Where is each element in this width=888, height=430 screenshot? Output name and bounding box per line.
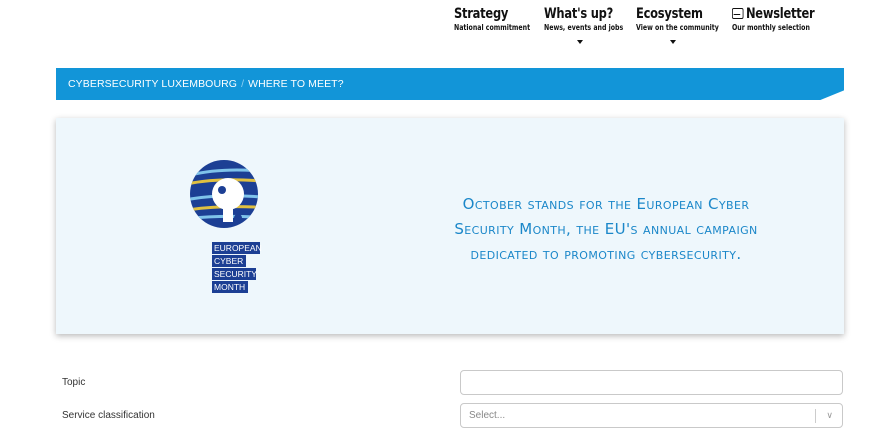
chevron-down-icon	[670, 40, 676, 44]
hero-line: October stands for the European Cyber	[462, 195, 750, 213]
nav-title: Strategy	[454, 6, 509, 22]
newsletter-icon	[732, 8, 744, 19]
logo-text-security: SECURITY	[214, 269, 257, 279]
logo-text-european: EUROPEAN	[214, 243, 262, 253]
service-classification-label: Service classification	[62, 410, 155, 421]
nav-item-newsletter[interactable]: Newsletter Our monthly selection	[732, 6, 833, 32]
european-cyber-security-month-logo: EUROPEAN CYBER SECURITY MONTH	[190, 160, 262, 293]
topic-field	[460, 370, 843, 395]
nav-title: Ecosystem	[636, 6, 703, 22]
breadcrumb-bar: CYBERSECURITY LUXEMBOURG / WHERE TO MEET?	[56, 68, 844, 100]
breadcrumb-link-home[interactable]: CYBERSECURITY LUXEMBOURG	[68, 78, 237, 90]
topic-input[interactable]	[461, 371, 842, 394]
nav-subtitle: News, events and jobs	[544, 23, 624, 32]
nav-subtitle: View on the community	[636, 23, 719, 32]
nav-subtitle: Our monthly selection	[732, 23, 810, 32]
hero-headline: October stands for the European Cyber Se…	[396, 192, 816, 267]
logo-text-month: MONTH	[214, 282, 245, 292]
nav-item-ecosystem[interactable]: Ecosystem View on the community	[636, 6, 719, 44]
top-navigation: Strategy National commitment What's up? …	[0, 0, 888, 60]
breadcrumb: CYBERSECURITY LUXEMBOURG / WHERE TO MEET?	[68, 78, 344, 90]
select-placeholder: Select...	[469, 410, 506, 421]
hero-banner: EUROPEAN CYBER SECURITY MONTH October st…	[56, 118, 844, 334]
service-classification-select[interactable]: Select... ∨	[460, 403, 843, 428]
select-divider	[815, 409, 816, 423]
nav-title: Newsletter	[732, 6, 815, 22]
nav-item-strategy[interactable]: Strategy National commitment	[454, 6, 552, 32]
breadcrumb-current: WHERE TO MEET?	[248, 78, 344, 90]
chevron-down-icon	[577, 40, 583, 44]
nav-subtitle: National commitment	[454, 23, 531, 32]
nav-item-whats-up[interactable]: What's up? News, events and jobs	[544, 6, 624, 44]
hero-line: Security Month, the EU's annual campaign	[454, 220, 758, 238]
hero-line: dedicated to promoting cybersecurity.	[470, 245, 742, 263]
logo-text-cyber: CYBER	[214, 256, 243, 266]
breadcrumb-separator: /	[241, 78, 245, 90]
nav-title: What's up?	[544, 6, 614, 22]
nav-title-text: Newsletter	[745, 6, 815, 22]
topic-label: Topic	[62, 377, 86, 388]
chevron-down-icon[interactable]: ∨	[826, 410, 833, 421]
